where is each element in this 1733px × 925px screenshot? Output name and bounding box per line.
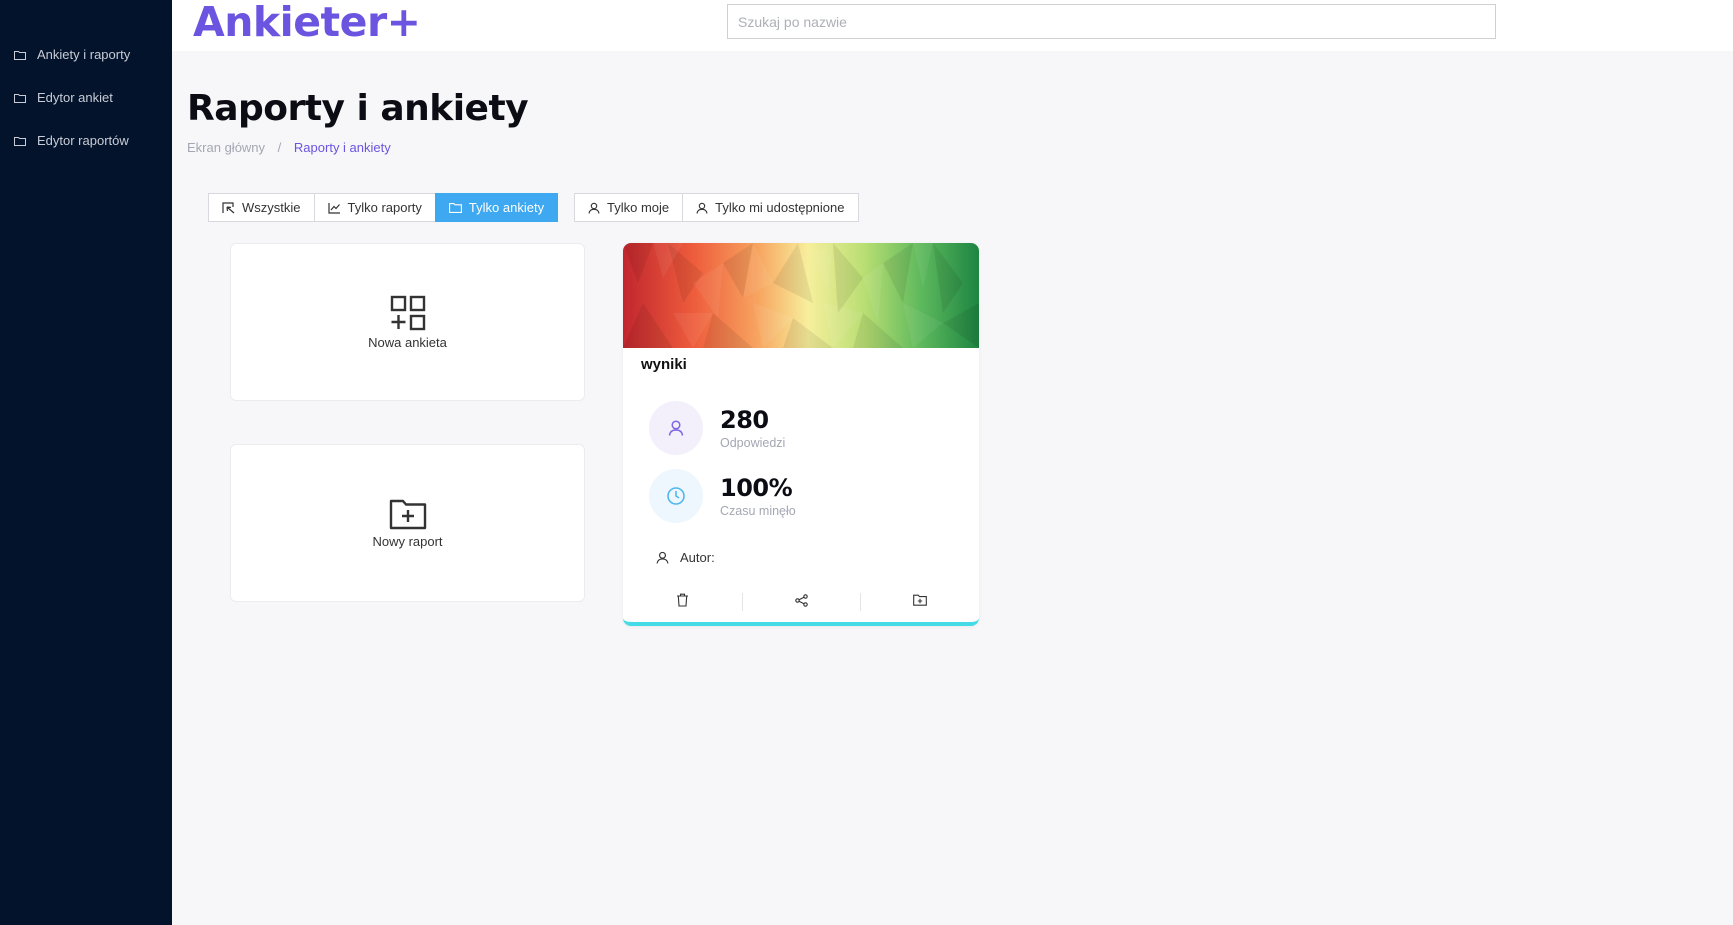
time-stat: 100% Czasu minęło [649,469,796,523]
sidebar-item-report-editor[interactable]: Edytor raportów [0,119,172,162]
filter-shared-button[interactable]: Tylko mi udostępnione [682,193,859,222]
folder-icon [14,50,26,60]
select-all-icon [222,201,235,213]
filter-all-button[interactable]: Wszystkie [208,193,315,222]
clock-icon [667,487,685,505]
folder-icon [448,203,462,213]
owner-filter-group: Tylko moje Tylko mi udostępnione [574,193,859,222]
page-title: Raporty i ankiety [187,88,529,129]
user-icon [588,202,600,214]
author-row: Autor: [656,550,715,565]
trash-icon [676,593,688,607]
responses-value: 280 [720,406,769,434]
time-label: Czasu minęło [720,504,796,518]
new-survey-label: Nowa ankieta [368,334,447,350]
filter-reports-label: Tylko raporty [347,200,422,215]
share-icon [794,593,808,607]
filter-reports-button[interactable]: Tylko raporty [313,193,436,222]
delete-button[interactable] [623,585,742,615]
breadcrumb: Ekran główny / Raporty i ankiety [187,140,391,155]
author-label: Autor: [680,550,715,565]
survey-title: wyniki [641,356,687,373]
filter-surveys-button[interactable]: Tylko ankiety [434,193,559,222]
breadcrumb-separator: / [277,140,282,155]
sidebar-item-surveys-reports[interactable]: Ankiety i raporty [0,33,172,76]
user-icon [696,202,708,214]
grid-plus-icon [390,295,425,330]
chart-line-icon [327,202,340,214]
sidebar-item-label: Edytor raportów [37,133,129,148]
share-button[interactable] [741,585,861,615]
sidebar-menu: Ankiety i raporty Edytor ankiet Edytor r… [0,0,172,162]
sidebar-item-survey-editor[interactable]: Edytor ankiet [0,76,172,119]
breadcrumb-current: Raporty i ankiety [293,140,391,155]
filter-mine-button[interactable]: Tylko moje [574,193,684,222]
survey-card[interactable]: wyniki 280 Odpowiedzi 100% Czasu minęło … [623,243,979,626]
sidebar-item-label: Ankiety i raporty [37,47,131,62]
sidebar-item-label: Edytor ankiet [37,90,113,105]
card-banner-image [623,243,979,348]
responses-label: Odpowiedzi [720,436,786,450]
responses-icon-circle [649,401,703,455]
responses-stat: 280 Odpowiedzi [649,401,785,455]
user-icon [656,551,669,564]
time-icon-circle [649,469,703,523]
filter-shared-label: Tylko mi udostępnione [715,200,845,215]
card-actions [623,585,979,615]
folder-icon [14,93,26,103]
filter-all-label: Wszystkie [242,200,301,215]
new-report-card[interactable]: Nowy raport [230,444,585,602]
filter-mine-label: Tylko moje [607,200,670,215]
new-survey-card[interactable]: Nowa ankieta [230,243,585,401]
search-input[interactable] [727,4,1496,39]
folder-plus-icon [389,499,426,529]
app-logo[interactable]: Ankieter+ [193,0,421,46]
user-icon [668,420,684,436]
new-report-label: Nowy raport [372,533,443,549]
type-filter-group: Wszystkie Tylko raporty Tylko ankiety [208,193,559,222]
move-to-folder-button[interactable] [860,585,979,615]
folder-plus-icon [912,594,927,606]
filter-surveys-label: Tylko ankiety [468,200,545,215]
sidebar: Ankiety i raporty Edytor ankiet Edytor r… [0,0,172,925]
top-bar: Ankieter+ [172,0,1733,51]
folder-icon [14,136,26,146]
time-value: 100% [720,474,793,502]
breadcrumb-home[interactable]: Ekran główny [187,140,265,155]
